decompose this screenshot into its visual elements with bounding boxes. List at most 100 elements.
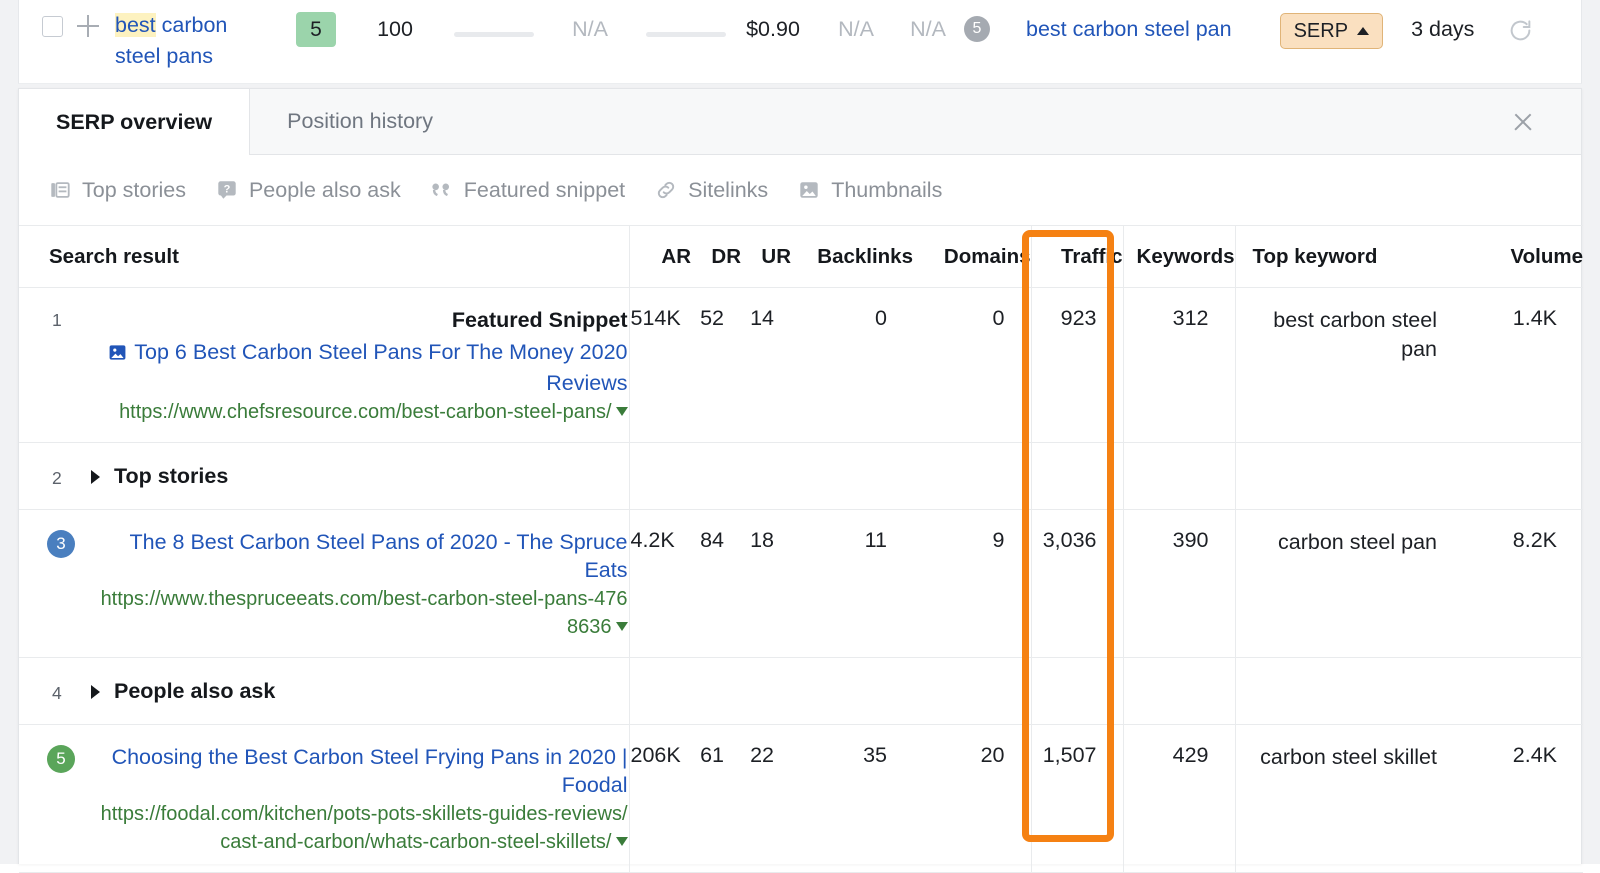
result-feature-label: Featured Snippet: [451, 308, 628, 332]
volume-bar: [454, 32, 534, 37]
tab-position-history-label: Position history: [287, 109, 433, 133]
tab-serp-overview-label: SERP overview: [56, 109, 213, 134]
result-url[interactable]: https://www.thespruceeats.com/best-carbo…: [91, 585, 628, 641]
cell-backlinks[interactable]: 0: [791, 287, 913, 443]
search-result-cell[interactable]: 4 People also ask: [19, 657, 629, 725]
cell-keywords: [1122, 657, 1235, 725]
col-ur[interactable]: UR: [741, 225, 791, 288]
cell-domains[interactable]: 20: [913, 724, 1031, 873]
search-result-cell[interactable]: 2 Top stories: [19, 442, 629, 510]
top-keyword-link[interactable]: best carbon steel pan: [1026, 17, 1232, 42]
cell-keywords[interactable]: 312: [1122, 287, 1235, 443]
tab-position-history[interactable]: Position history: [250, 89, 470, 154]
col-backlinks[interactable]: Backlinks: [791, 225, 913, 288]
cell-traffic: [1030, 442, 1123, 510]
result-rank: 4: [52, 683, 62, 703]
chevron-right-icon[interactable]: [91, 684, 100, 699]
cell-ur: [741, 442, 791, 510]
cell-top-keyword: [1234, 657, 1447, 725]
people-also-ask-icon: ?: [216, 179, 238, 201]
link-icon: [655, 179, 677, 201]
col-keywords[interactable]: Keywords: [1122, 225, 1235, 288]
table-row: 1 Featured Snippet Top 6 Best Carbon Ste…: [19, 287, 1583, 443]
cell-volume: 2.4K: [1447, 724, 1583, 873]
table-row[interactable]: 2 Top stories: [19, 442, 1583, 510]
result-title-link[interactable]: The 8 Best Carbon Steel Pans of 2020 - T…: [91, 528, 628, 584]
cell-volume: 1.4K: [1447, 287, 1583, 443]
result-url-text: https://www.chefsresource.com/best-carbo…: [119, 401, 612, 423]
result-title-link[interactable]: Choosing the Best Carbon Steel Frying Pa…: [91, 743, 628, 799]
close-icon[interactable]: [1512, 111, 1534, 133]
serp-feature-people-also-ask[interactable]: ? People also ask: [216, 178, 401, 203]
search-result-cell: 1 Featured Snippet Top 6 Best Carbon Ste…: [19, 287, 629, 443]
cell-keywords[interactable]: 429: [1122, 724, 1235, 873]
chevron-right-icon[interactable]: [91, 469, 100, 484]
result-url[interactable]: https://foodal.com/kitchen/pots-pots-ski…: [91, 800, 628, 856]
serp-features-count-badge[interactable]: 5: [964, 16, 990, 42]
cell-dr: [691, 442, 741, 510]
keyword-summary-row: best carbon steel pans 5 100 N/A $0.90 N…: [18, 0, 1582, 84]
table-row[interactable]: 4 People also ask: [19, 657, 1583, 725]
result-title-link[interactable]: Top 6 Best Carbon Steel Pans For The Mon…: [91, 338, 628, 397]
paid-value: N/A: [910, 17, 946, 41]
cell-backlinks[interactable]: 11: [791, 509, 913, 658]
chevron-up-icon: [1357, 27, 1370, 35]
col-domains[interactable]: Domains: [913, 225, 1031, 288]
serp-results-table: Search result AR DR UR Backlinks Domains…: [19, 225, 1583, 873]
search-result-cell: 3 The 8 Best Carbon Steel Pans of 2020 -…: [19, 509, 629, 658]
table-row: 5 Choosing the Best Carbon Steel Frying …: [19, 724, 1583, 873]
result-rank: 1: [52, 310, 62, 330]
cell-dr: 61: [691, 724, 741, 873]
col-top-keyword[interactable]: Top keyword: [1234, 225, 1447, 288]
chevron-down-icon[interactable]: [615, 837, 628, 846]
row-select-checkbox[interactable]: [42, 16, 63, 37]
result-url[interactable]: https://www.chefsresource.com/best-carbo…: [91, 398, 628, 426]
result-url-text: https://www.thespruceeats.com/best-carbo…: [100, 588, 628, 638]
chevron-down-icon[interactable]: [615, 407, 628, 416]
keyword-highlight: best: [115, 13, 156, 37]
cell-backlinks: [791, 657, 913, 725]
chevron-down-icon[interactable]: [615, 622, 628, 631]
cell-ar: 514K: [628, 287, 691, 443]
cell-ur: [741, 657, 791, 725]
cell-domains[interactable]: 0: [913, 287, 1031, 443]
col-volume[interactable]: Volume: [1447, 225, 1583, 288]
cell-domains[interactable]: 9: [913, 509, 1031, 658]
col-traffic[interactable]: Traffic: [1030, 225, 1123, 288]
serp-button-label: SERP: [1293, 19, 1349, 42]
col-search-result[interactable]: Search result: [19, 225, 629, 288]
cell-keywords[interactable]: 390: [1122, 509, 1235, 658]
serp-feature-sitelinks[interactable]: Sitelinks: [655, 178, 768, 203]
serp-feature-top-stories[interactable]: Top stories: [49, 178, 186, 203]
tab-serp-overview[interactable]: SERP overview: [19, 89, 251, 155]
cell-ur: 18: [741, 509, 791, 658]
cell-top-keyword: [1234, 442, 1447, 510]
col-dr[interactable]: DR: [691, 225, 741, 288]
cell-ar: 206K: [628, 724, 691, 873]
serp-feature-label: Sitelinks: [688, 177, 769, 202]
cell-top-keyword[interactable]: best carbon steel pan: [1234, 287, 1447, 443]
result-rank-badge: 3: [47, 530, 75, 558]
result-title-text: Top 6 Best Carbon Steel Pans For The Mon…: [134, 340, 628, 395]
result-rank: 2: [52, 468, 62, 488]
serp-feature-featured-snippet[interactable]: Featured snippet: [431, 178, 625, 203]
table-header-row: Search result AR DR UR Backlinks Domains…: [19, 225, 1583, 288]
traffic-value: N/A: [838, 17, 874, 41]
group-label-text: Top stories: [114, 464, 229, 488]
cell-backlinks[interactable]: 35: [791, 724, 913, 873]
cell-dr: 84: [691, 509, 741, 658]
serp-feature-thumbnails[interactable]: Thumbnails: [798, 178, 942, 203]
add-keyword-icon[interactable]: [75, 13, 101, 39]
cell-top-keyword[interactable]: carbon steel pan: [1234, 509, 1447, 658]
col-ar[interactable]: AR: [628, 225, 691, 288]
serp-feature-label: Top stories: [82, 177, 186, 202]
cpc-value: $0.90: [746, 17, 800, 41]
serp-feature-label: Featured snippet: [463, 177, 626, 202]
cell-ar: [628, 657, 691, 725]
cell-traffic: 3,036: [1030, 509, 1123, 658]
serp-toggle-button[interactable]: SERP: [1279, 13, 1384, 49]
cell-dr: [691, 657, 741, 725]
keyword-link[interactable]: best carbon steel pans: [115, 10, 253, 72]
refresh-icon[interactable]: [1508, 18, 1533, 48]
cell-top-keyword[interactable]: carbon steel skillet: [1234, 724, 1447, 873]
